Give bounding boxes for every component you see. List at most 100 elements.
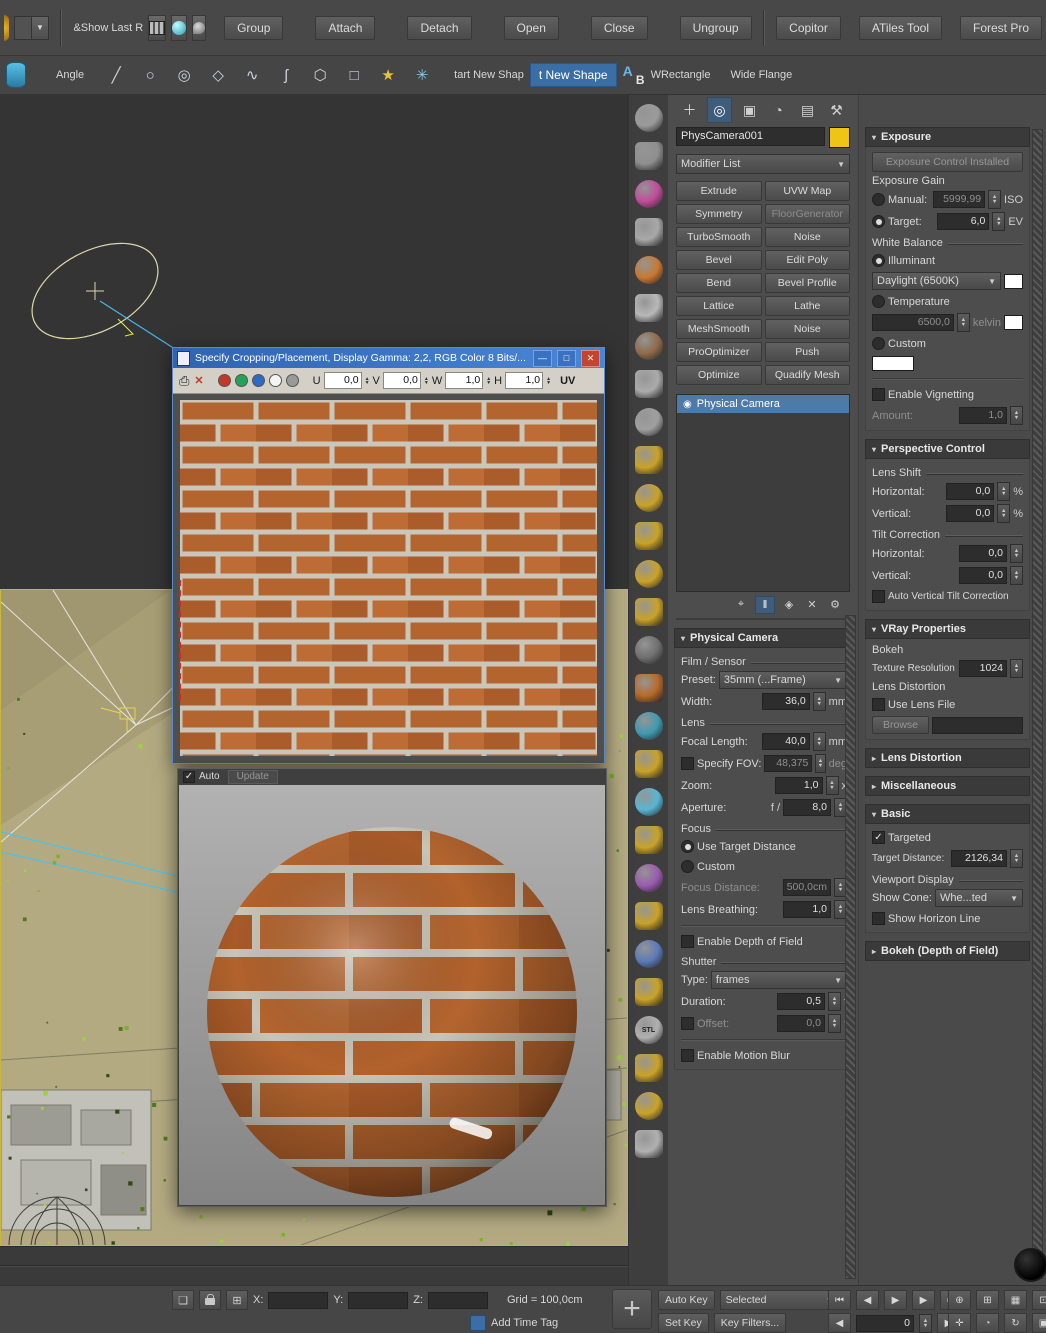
green-channel-icon[interactable] xyxy=(234,374,248,387)
dark-box-icon[interactable] xyxy=(634,636,663,664)
wide-flange-label[interactable]: Wide Flange xyxy=(730,69,792,81)
minimize-icon[interactable]: — xyxy=(533,349,552,367)
v-field[interactable]: 0,0 xyxy=(382,372,421,389)
tilt-vertical-spinner[interactable] xyxy=(1010,566,1023,585)
sphere-icon[interactable] xyxy=(634,104,663,132)
hierarchy-tab-icon[interactable]: ▣ xyxy=(738,98,761,122)
frame-spinner[interactable] xyxy=(919,1313,932,1333)
modifier-button-optimize[interactable]: Optimize xyxy=(676,365,762,385)
gold-plane-icon[interactable] xyxy=(634,978,663,1006)
utilities-tab-icon[interactable]: ⚒ xyxy=(825,98,848,122)
modifier-button-symmetry[interactable]: Symmetry xyxy=(676,204,762,224)
offset-spinner[interactable] xyxy=(827,1014,841,1033)
specify-fov-checkbox[interactable] xyxy=(681,757,694,770)
zoom-all-icon[interactable]: ⊞ xyxy=(976,1290,999,1310)
auto-tilt-checkbox[interactable] xyxy=(872,590,885,603)
u-spinner[interactable] xyxy=(365,377,370,385)
target-radio[interactable] xyxy=(872,215,885,228)
asterisk-icon[interactable]: ✳ xyxy=(410,63,434,87)
window-title-bar[interactable]: Specify Cropping/Placement, Display Gamm… xyxy=(173,348,604,368)
current-frame-field[interactable]: 0 xyxy=(856,1314,914,1332)
tilt-vertical-field[interactable]: 0,0 xyxy=(959,567,1007,584)
shift-horizontal-field[interactable]: 0,0 xyxy=(946,483,995,500)
enable-dof-checkbox[interactable] xyxy=(681,935,694,948)
maximize-icon[interactable]: □ xyxy=(557,349,576,367)
ngon-tool-icon[interactable]: ⬡ xyxy=(308,63,332,87)
modifier-button-meshsmooth[interactable]: MeshSmooth xyxy=(676,319,762,339)
show-horizon-checkbox[interactable] xyxy=(872,912,885,925)
h-field[interactable]: 1,0 xyxy=(505,372,544,389)
hedra-icon[interactable] xyxy=(634,674,663,702)
zoom-field[interactable]: 1,0 xyxy=(774,777,823,794)
field-of-view-icon[interactable]: ◔ xyxy=(976,1313,999,1333)
modifier-button-noise[interactable]: Noise xyxy=(764,319,850,339)
z-coordinate-field[interactable] xyxy=(427,1291,488,1309)
snapshot-icon[interactable] xyxy=(148,14,167,41)
modifier-button-lathe[interactable]: Lathe xyxy=(764,296,850,316)
blue-cylinder-icon[interactable] xyxy=(634,940,663,968)
purple-cluster-icon[interactable] xyxy=(634,864,663,892)
cross-icon[interactable] xyxy=(634,1130,663,1158)
tilt-horizontal-spinner[interactable] xyxy=(1010,544,1023,563)
w-field[interactable]: 1,0 xyxy=(445,372,484,389)
previous-frame-icon[interactable]: ◀ xyxy=(856,1290,879,1310)
rollout-header-physical-camera[interactable]: ▾ Physical Camera xyxy=(674,628,854,648)
gold-cone-icon[interactable] xyxy=(634,560,663,588)
crop-marker[interactable] xyxy=(179,580,181,700)
rollout-header-exposure[interactable]: ▾ Exposure xyxy=(865,127,1030,147)
offset-checkbox[interactable] xyxy=(681,1017,694,1030)
w-spinner[interactable] xyxy=(486,377,491,385)
fov-spinner[interactable] xyxy=(815,754,826,773)
selection-lock-icon[interactable] xyxy=(199,1290,221,1310)
gold-sphere-icon[interactable] xyxy=(634,484,663,512)
shift-horizontal-spinner[interactable] xyxy=(997,482,1011,501)
make-unique-icon[interactable]: ◈ xyxy=(780,596,798,612)
toolbar-button-close[interactable]: Close xyxy=(590,15,648,40)
texture-resolution-spinner[interactable] xyxy=(1010,659,1023,678)
manual-iso-field[interactable]: 5999,99 xyxy=(933,191,986,208)
blue-channel-icon[interactable] xyxy=(251,374,265,387)
modifier-button-floorgenerator[interactable]: FloorGenerator xyxy=(764,204,850,224)
zoom-region-icon[interactable]: ⊡ xyxy=(1032,1290,1046,1310)
rollout-header-miscellaneous[interactable]: ▸ Miscellaneous xyxy=(865,776,1030,796)
custom-wb-radio[interactable] xyxy=(872,337,885,350)
target-ev-spinner[interactable] xyxy=(992,212,1006,231)
toolbar-button-forest-pro[interactable]: Forest Pro xyxy=(959,15,1042,40)
red-channel-icon[interactable] xyxy=(217,374,231,387)
exposure-control-installed-button[interactable]: Exposure Control Installed xyxy=(872,152,1023,172)
add-time-tag-label[interactable]: Add Time Tag xyxy=(491,1317,558,1329)
modifier-button-prooptimizer[interactable]: ProOptimizer xyxy=(676,342,762,362)
next-frame-icon[interactable]: ▶ xyxy=(912,1290,935,1310)
rollout-header-bokeh-dof[interactable]: ▸ Bokeh (Depth of Field) xyxy=(865,941,1030,961)
play-icon[interactable]: ▶ xyxy=(884,1290,907,1310)
object-color-swatch[interactable] xyxy=(829,127,850,148)
ball-icon[interactable] xyxy=(634,370,663,398)
stack-item-physical-camera[interactable]: ◉ Physical Camera xyxy=(677,395,849,413)
modifier-button-bend[interactable]: Bend xyxy=(676,273,762,293)
u-field[interactable]: 0,0 xyxy=(323,372,362,389)
shutter-type-dropdown[interactable]: frames ▼ xyxy=(710,971,847,989)
bitmap-preview[interactable] xyxy=(179,400,597,756)
v-spinner[interactable] xyxy=(424,377,429,385)
x-coordinate-field[interactable] xyxy=(268,1291,329,1309)
delete-icon[interactable]: ✕ xyxy=(194,374,203,387)
previous-key-icon[interactable]: ◀ xyxy=(828,1313,851,1333)
modifier-button-push[interactable]: Push xyxy=(764,342,850,362)
modifier-button-bevel-profile[interactable]: Bevel Profile xyxy=(764,273,850,293)
zoom-extents-icon[interactable]: ▦ xyxy=(1004,1290,1027,1310)
rollout-header-basic[interactable]: ▾ Basic xyxy=(865,804,1030,824)
orbit-icon[interactable]: ↻ xyxy=(1004,1313,1027,1333)
use-lens-file-checkbox[interactable] xyxy=(872,698,885,711)
use-target-distance-radio[interactable] xyxy=(681,840,694,853)
gold-teapot-icon[interactable] xyxy=(634,750,663,778)
gold-gear-icon[interactable] xyxy=(634,522,663,550)
focal-length-field[interactable]: 40,0 xyxy=(761,733,810,750)
duration-field[interactable]: 0,5 xyxy=(776,993,825,1010)
target-distance-spinner[interactable] xyxy=(1010,849,1023,868)
cyan-ball-icon[interactable] xyxy=(634,788,663,816)
wrectangle-label[interactable]: WRectangle xyxy=(651,69,711,81)
uv-label[interactable]: UV xyxy=(560,375,575,387)
target-distance-field[interactable]: 2126,34 xyxy=(951,850,1007,867)
temperature-radio[interactable] xyxy=(872,295,885,308)
modifier-list-dropdown[interactable]: Modifier List ▼ xyxy=(676,154,850,174)
